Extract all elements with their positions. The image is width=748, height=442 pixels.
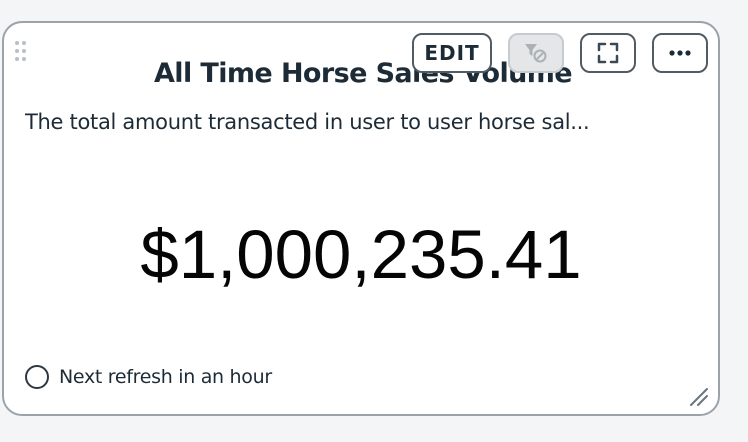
- filter-off-icon: [525, 44, 547, 63]
- more-horizontal-icon: [669, 50, 691, 56]
- metric-value: $1,000,235.41: [140, 216, 582, 293]
- refresh-timer-icon: [25, 365, 49, 389]
- resize-handle-icon[interactable]: [688, 386, 708, 406]
- metric-card: All Time Horse Sales Volume The total am…: [2, 21, 720, 416]
- refresh-text: Next refresh in an hour: [59, 366, 272, 388]
- fullscreen-button[interactable]: [580, 33, 636, 73]
- edit-button[interactable]: EDIT: [412, 33, 492, 73]
- card-description: The total amount transacted in user to u…: [25, 110, 590, 134]
- filter-off-button[interactable]: [508, 33, 564, 73]
- refresh-status: Next refresh in an hour: [25, 362, 272, 392]
- more-options-button[interactable]: [652, 33, 708, 73]
- fullscreen-icon: [597, 42, 619, 64]
